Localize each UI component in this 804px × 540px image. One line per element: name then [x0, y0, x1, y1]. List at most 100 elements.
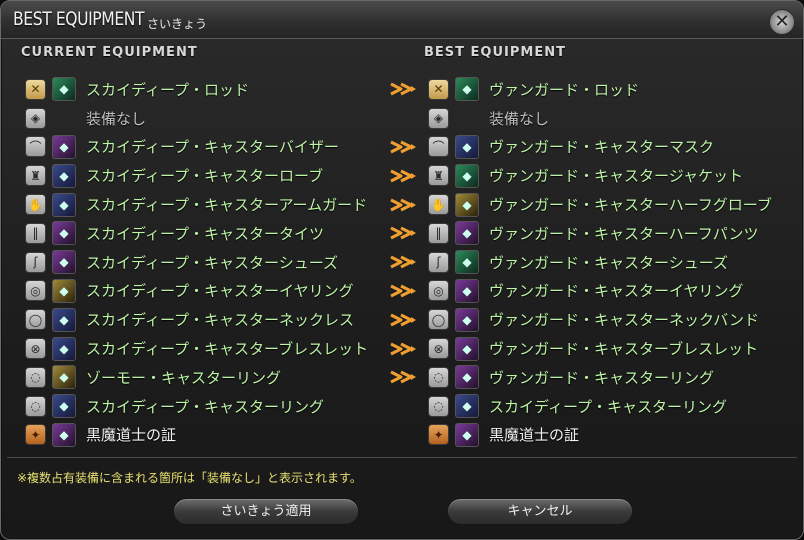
current-equipment-row[interactable]: ♜ ◆ スカイディープ・キャスターローブ — [25, 161, 368, 190]
item-icon[interactable]: ◆ — [455, 163, 479, 188]
best-equipment-row[interactable]: ⊗ ◆ ヴァンガード・キャスターブレスレット — [428, 334, 772, 363]
item-name: ヴァンガード・キャスターマスク — [489, 138, 715, 157]
item-name: スカイディープ・キャスターブレスレット — [86, 340, 369, 359]
best-equipment-row[interactable]: ⌒ ◆ ヴァンガード・キャスターマスク — [428, 133, 772, 162]
best-equipment-row[interactable]: ◈ 装備なし — [428, 104, 772, 133]
upgrade-arrow-icon — [389, 140, 419, 154]
legs-icon: ‖ — [25, 222, 46, 244]
notice-text: ※複数占有装備に含まれる箇所は「装備なし」と表示されます。 — [17, 471, 362, 485]
upgrade-arrow-icon — [389, 313, 419, 327]
item-icon[interactable]: ◆ — [455, 394, 479, 419]
item-icon[interactable]: ◆ — [52, 336, 76, 361]
item-name: スカイディープ・キャスターネックレス — [86, 311, 355, 330]
upgrade-arrow-icon — [389, 284, 419, 298]
shield-icon: ◈ — [25, 107, 46, 129]
current-equipment-row[interactable]: ◈ 装備なし — [25, 104, 368, 133]
best-equipment-row[interactable]: ◌ ◆ ヴァンガード・キャスターリング — [428, 363, 772, 392]
soul-crystal-icon: ✦ — [25, 424, 46, 446]
current-equipment-row[interactable]: ⌒ ◆ スカイディープ・キャスターバイザー — [25, 133, 368, 162]
item-icon[interactable]: ◆ — [455, 250, 479, 275]
current-equipment-row[interactable]: ✋ ◆ スカイディープ・キャスターアームガード — [25, 190, 368, 219]
weapon-icon: ✕ — [428, 78, 449, 100]
current-equipment-row[interactable]: ‖ ◆ スカイディープ・キャスタータイツ — [25, 219, 368, 248]
cancel-button[interactable]: キャンセル — [447, 498, 633, 525]
hands-icon: ✋ — [25, 194, 46, 216]
legs-icon: ‖ — [428, 222, 449, 244]
item-icon[interactable]: ◆ — [52, 278, 76, 303]
best-equipment-row[interactable]: ‖ ◆ ヴァンガード・キャスターハーフパンツ — [428, 219, 772, 248]
feet-icon: ʃ — [25, 251, 46, 273]
best-equipment-row[interactable]: ◯ ◆ ヴァンガード・キャスターネックバンド — [428, 305, 772, 334]
best-equipment-row[interactable]: ♜ ◆ ヴァンガード・キャスタージャケット — [428, 161, 772, 190]
item-icon[interactable]: ◆ — [455, 134, 479, 159]
best-equipment-row[interactable]: ✕ ◆ ヴァンガード・ロッド — [428, 75, 772, 104]
item-name: ゾーモー・キャスターリング — [86, 368, 282, 387]
window-subtitle: さいきょう — [147, 17, 208, 31]
current-equipment-row[interactable]: ◯ ◆ スカイディープ・キャスターネックレス — [25, 305, 368, 334]
upgrade-arrow-icon — [389, 370, 419, 384]
item-icon[interactable]: ◆ — [52, 192, 76, 217]
item-icon[interactable]: ◆ — [455, 221, 479, 246]
item-name: ヴァンガード・キャスターリング — [489, 368, 715, 387]
best-equipment-list: ✕ ◆ ヴァンガード・ロッド ◈ 装備なし ⌒ ◆ ヴァンガード・キャスターマスク ♜ ◆ ヴァンガ… — [428, 75, 772, 449]
apply-button[interactable]: さいきょう適用 — [173, 498, 359, 525]
earring-icon: ◎ — [428, 280, 449, 302]
item-icon[interactable]: ◆ — [52, 394, 76, 419]
item-icon[interactable]: ◆ — [455, 336, 479, 361]
item-icon[interactable]: ◆ — [455, 365, 479, 390]
item-icon[interactable]: ◆ — [455, 422, 479, 447]
item-icon[interactable]: ◆ — [52, 307, 76, 332]
current-equipment-row[interactable]: ⊗ ◆ スカイディープ・キャスターブレスレット — [25, 334, 368, 363]
best-equipment-row[interactable]: ◎ ◆ ヴァンガード・キャスターイヤリング — [428, 277, 772, 306]
upgrade-arrow-icon — [389, 226, 419, 240]
body-icon: ♜ — [428, 165, 449, 187]
item-icon[interactable]: ◆ — [52, 77, 76, 102]
item-name: スカイディープ・キャスターアームガード — [86, 196, 368, 215]
best-equipment-row[interactable]: ◌ ◆ スカイディープ・キャスターリング — [428, 392, 772, 421]
item-icon[interactable]: ◆ — [52, 163, 76, 188]
item-icon[interactable]: ◆ — [455, 307, 479, 332]
close-button[interactable]: ✕ — [769, 9, 795, 35]
current-equipment-row[interactable]: ✦ ◆ 黒魔道士の証 — [25, 421, 368, 450]
current-equipment-list: ✕ ◆ スカイディープ・ロッド ◈ 装備なし ⌒ ◆ スカイディープ・キャスターバイザー ♜ ◆ ス… — [25, 75, 368, 449]
upgrade-arrow-icon — [389, 169, 419, 183]
item-icon[interactable]: ◆ — [52, 365, 76, 390]
upgrade-arrow-icon — [389, 82, 419, 96]
item-icon[interactable]: ◆ — [455, 192, 479, 217]
current-equipment-row[interactable]: ◎ ◆ スカイディープ・キャスターイヤリング — [25, 277, 368, 306]
weapon-icon: ✕ — [25, 78, 46, 100]
item-name: スカイディープ・ロッド — [86, 80, 250, 99]
item-name: 黒魔道士の証 — [86, 426, 177, 445]
upgrade-arrow-icon — [389, 342, 419, 356]
item-icon[interactable]: ◆ — [52, 221, 76, 246]
bracelet-icon: ⊗ — [25, 338, 46, 360]
current-equipment-row[interactable]: ✕ ◆ スカイディープ・ロッド — [25, 75, 368, 104]
item-icon[interactable]: ◆ — [455, 278, 479, 303]
item-icon[interactable]: ◆ — [52, 422, 76, 447]
best-equipment-row[interactable]: ʃ ◆ ヴァンガード・キャスターシューズ — [428, 248, 772, 277]
item-name: スカイディープ・キャスタータイツ — [86, 224, 325, 243]
current-equipment-row[interactable]: ◌ ◆ スカイディープ・キャスターリング — [25, 392, 368, 421]
upgrade-arrow-icon — [389, 255, 419, 269]
item-name: ヴァンガード・キャスターシューズ — [489, 253, 728, 272]
necklace-icon: ◯ — [428, 309, 449, 331]
earring-icon: ◎ — [25, 280, 46, 302]
best-equipment-row[interactable]: ✋ ◆ ヴァンガード・キャスターハーフグローブ — [428, 190, 772, 219]
item-icon — [455, 106, 479, 130]
feet-icon: ʃ — [428, 251, 449, 273]
close-icon: ✕ — [774, 11, 790, 32]
current-equipment-row[interactable]: ◌ ◆ ゾーモー・キャスターリング — [25, 363, 368, 392]
item-icon[interactable]: ◆ — [52, 250, 76, 275]
ring-icon: ◌ — [428, 366, 449, 388]
best-equipment-row[interactable]: ✦ ◆ 黒魔道士の証 — [428, 421, 772, 450]
current-equipment-row[interactable]: ʃ ◆ スカイディープ・キャスターシューズ — [25, 248, 368, 277]
ring-icon: ◌ — [25, 395, 46, 417]
item-name: スカイディープ・キャスターシューズ — [86, 253, 339, 272]
body-icon: ♜ — [25, 165, 46, 187]
item-icon[interactable]: ◆ — [52, 134, 76, 159]
item-name: スカイディープ・キャスターバイザー — [86, 138, 339, 157]
item-icon[interactable]: ◆ — [455, 77, 479, 102]
upgrade-arrow-icon — [389, 198, 419, 212]
item-name: ヴァンガード・キャスターハーフパンツ — [489, 224, 759, 243]
best-equipment-header: BEST EQUIPMENT — [424, 45, 566, 60]
